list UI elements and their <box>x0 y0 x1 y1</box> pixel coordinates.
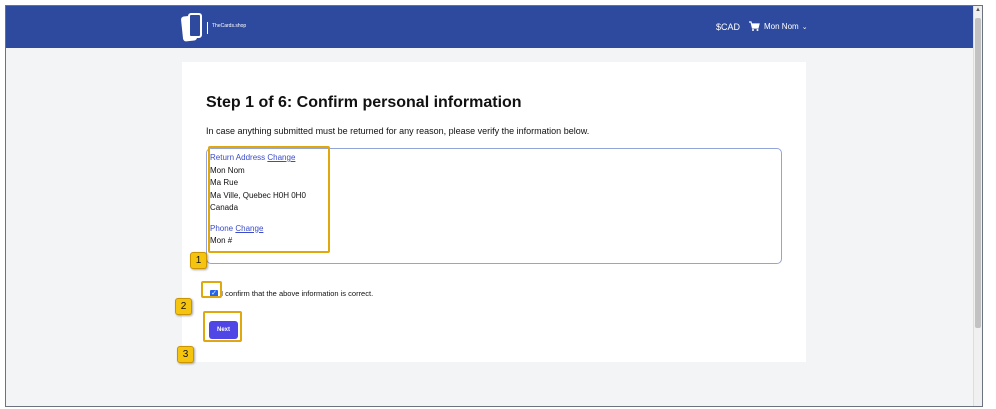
step-marker-2: 2 <box>175 298 192 315</box>
scroll-thumb[interactable] <box>975 18 981 328</box>
page-title: Step 1 of 6: Confirm personal informatio… <box>206 94 522 111</box>
intro-text: In case anything submitted must be retur… <box>206 126 590 136</box>
step-marker-3: 3 <box>177 346 194 363</box>
logo-cards-icon[interactable] <box>180 13 202 42</box>
step-marker-1: 1 <box>190 252 207 269</box>
highlight-box-checkbox <box>201 281 222 298</box>
user-menu[interactable]: Mon Nom ⌄ <box>764 22 808 31</box>
vertical-scrollbar[interactable]: ▲ <box>973 6 982 406</box>
scroll-up-arrow-icon[interactable]: ▲ <box>975 7 981 13</box>
chevron-down-icon: ⌄ <box>801 23 808 31</box>
top-navigation-bar: TheCards.shop $CAD Mon Nom ⌄ <box>6 6 982 48</box>
browser-viewport: TheCards.shop $CAD Mon Nom ⌄ ▲ Step 1 of… <box>5 5 983 407</box>
highlight-box-next <box>203 311 242 342</box>
brand-name[interactable]: TheCards.shop <box>212 23 246 29</box>
logo-divider <box>207 22 208 34</box>
currency-selector[interactable]: $CAD <box>716 22 740 32</box>
confirm-label[interactable]: I confirm that the above information is … <box>221 289 373 298</box>
highlight-box-address <box>208 146 330 253</box>
user-name: Mon Nom <box>764 22 799 31</box>
confirm-row[interactable]: ✓ I confirm that the above information i… <box>210 289 373 298</box>
cart-icon[interactable] <box>748 20 760 32</box>
